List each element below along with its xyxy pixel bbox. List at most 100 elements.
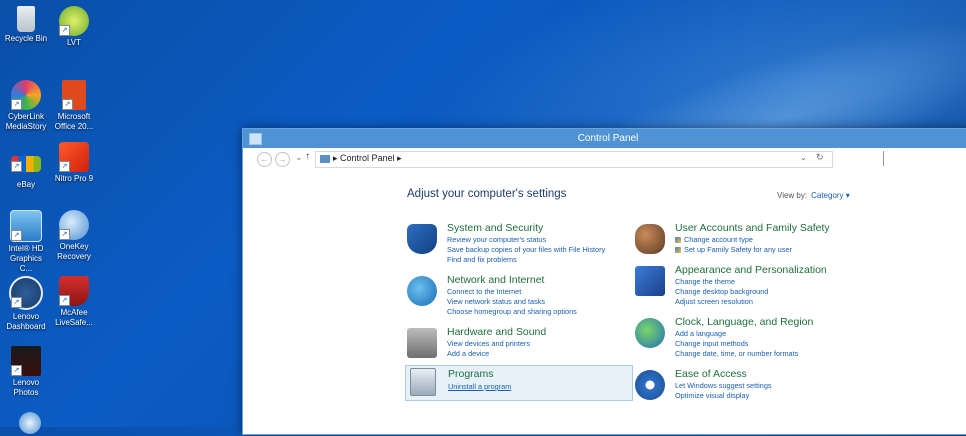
- back-arrow-icon: ←: [260, 155, 269, 164]
- link-network-status[interactable]: View network status and tasks: [447, 297, 577, 307]
- up-arrow-icon: ↑: [305, 151, 310, 162]
- system-security-icon: [407, 224, 437, 254]
- shortcut-arrow-icon: ↗: [11, 161, 22, 172]
- partial-icon: [19, 412, 41, 434]
- breadcrumb-control-panel[interactable]: Control Panel: [340, 153, 395, 163]
- onekey-recovery-icon: ↗: [59, 210, 89, 240]
- desktop-icon-mcafee[interactable]: ↗ McAfee LiveSafe...: [52, 276, 96, 328]
- desktop-icon-office[interactable]: ↗ Microsoft Office 20...: [52, 80, 96, 132]
- shortcut-arrow-icon: ↗: [11, 230, 22, 241]
- title-bar[interactable]: Control Panel: [243, 129, 966, 148]
- link-review-status[interactable]: Review your computer's status: [447, 235, 605, 245]
- view-by-dropdown[interactable]: Category ▾: [811, 191, 850, 200]
- chevron-down-icon: ⌄: [800, 153, 807, 162]
- chevron-down-icon: ⌄: [295, 152, 303, 162]
- view-by-label: View by:: [777, 191, 808, 200]
- shortcut-arrow-icon: ↗: [59, 161, 70, 172]
- address-bar: ← → ⌄ ↑ ▸ Control Panel ▸ ⌄ ↻: [243, 148, 966, 171]
- category-user-accounts: User Accounts and Family Safety Change a…: [635, 222, 863, 260]
- lenovo-photos-icon: ↗: [11, 346, 41, 376]
- category-clock-region: Clock, Language, and Region Add a langua…: [635, 316, 863, 362]
- recycle-bin-icon: [17, 6, 35, 32]
- link-date-time-formats[interactable]: Change date, time, or number formats: [675, 349, 798, 359]
- back-button[interactable]: ←: [257, 152, 272, 167]
- shortcut-arrow-icon: ↗: [59, 229, 70, 240]
- link-family-safety[interactable]: Set up Family Safety for any user: [675, 245, 792, 255]
- category-programs: Programs Uninstall a program: [405, 365, 633, 401]
- desktop-icon-ebay[interactable]: ↗ eBay: [4, 148, 48, 190]
- window-title: Control Panel: [577, 133, 639, 144]
- view-by: View by: Category ▾: [777, 191, 850, 200]
- appearance-icon: [635, 266, 665, 296]
- network-icon: [407, 276, 437, 306]
- category-appearance: Appearance and Personalization Change th…: [635, 264, 863, 310]
- category-title-link[interactable]: User Accounts and Family Safety: [675, 222, 830, 234]
- lvt-icon: ↗: [59, 6, 89, 36]
- forward-button[interactable]: →: [275, 152, 290, 167]
- refresh-button[interactable]: ↻: [816, 152, 824, 163]
- category-title-link[interactable]: Appearance and Personalization: [675, 264, 827, 276]
- link-change-theme[interactable]: Change the theme: [675, 277, 768, 287]
- desktop-icon-partial[interactable]: [8, 412, 52, 436]
- link-find-fix-problems[interactable]: Find and fix problems: [447, 255, 605, 265]
- desktop-icon-lenovo-dashboard[interactable]: ↗ Lenovo Dashboard: [4, 276, 48, 332]
- breadcrumb: ▸ Control Panel ▸: [320, 153, 402, 164]
- link-optimize-display[interactable]: Optimize visual display: [675, 391, 772, 401]
- desktop-icon-cyberlink[interactable]: ↗ CyberLink MediaStory: [4, 80, 48, 132]
- category-network-internet: Network and Internet Connect to the Inte…: [407, 274, 635, 320]
- refresh-icon: ↻: [816, 152, 824, 162]
- shortcut-arrow-icon: ↗: [59, 25, 70, 36]
- category-title-link[interactable]: Hardware and Sound: [447, 326, 546, 338]
- search-input[interactable]: [883, 151, 966, 166]
- address-field[interactable]: ▸ Control Panel ▸ ⌄ ↻: [315, 151, 833, 168]
- category-system-security: System and Security Review your computer…: [407, 222, 635, 268]
- category-title-link[interactable]: Network and Internet: [447, 274, 544, 286]
- link-file-history[interactable]: Save backup copies of your files with Fi…: [447, 245, 605, 255]
- desktop-icon-lvt[interactable]: ↗ LVT: [52, 6, 96, 48]
- link-screen-resolution[interactable]: Adjust screen resolution: [675, 297, 768, 307]
- link-homegroup[interactable]: Choose homegroup and sharing options: [447, 307, 577, 317]
- lenovo-dashboard-icon: ↗: [9, 276, 43, 310]
- category-hardware-sound: Hardware and Sound View devices and prin…: [407, 326, 635, 366]
- programs-icon: [410, 368, 436, 396]
- address-dropdown-button[interactable]: ⌄: [800, 153, 807, 162]
- user-accounts-icon: [635, 224, 665, 254]
- shortcut-arrow-icon: ↗: [59, 295, 70, 306]
- mcafee-icon: ↗: [59, 276, 89, 306]
- category-title-link[interactable]: Ease of Access: [675, 368, 747, 380]
- link-input-methods[interactable]: Change input methods: [675, 339, 798, 349]
- recent-locations-button[interactable]: ⌄: [295, 152, 303, 163]
- clock-region-icon: [635, 318, 665, 348]
- shortcut-arrow-icon: ↗: [11, 99, 22, 110]
- link-change-account-type[interactable]: Change account type: [675, 235, 792, 245]
- link-desktop-background[interactable]: Change desktop background: [675, 287, 768, 297]
- up-button[interactable]: ↑: [305, 151, 310, 162]
- desktop-icon-nitro[interactable]: ↗ Nitro Pro 9: [52, 142, 96, 184]
- desktop-icon-lenovo-photos[interactable]: ↗ Lenovo Photos: [4, 346, 48, 398]
- main-content: Adjust your computer's settings View by:…: [243, 170, 966, 434]
- ebay-icon: ↗: [11, 156, 41, 172]
- control-panel-icon: [249, 133, 262, 145]
- intel-graphics-icon: ↗: [10, 210, 42, 242]
- cyberlink-icon: ↗: [11, 80, 41, 110]
- forward-arrow-icon: →: [278, 155, 287, 164]
- desktop-icon-recycle-bin[interactable]: Recycle Bin: [4, 6, 48, 44]
- shortcut-arrow-icon: ↗: [11, 365, 22, 376]
- link-add-device[interactable]: Add a device: [447, 349, 530, 359]
- link-uninstall-program[interactable]: Uninstall a program: [448, 382, 511, 392]
- link-windows-suggest[interactable]: Let Windows suggest settings: [675, 381, 772, 391]
- control-panel-icon: [320, 154, 330, 163]
- desktop-icon-intel-graphics[interactable]: ↗ Intel® HD Graphics C...: [4, 210, 48, 274]
- nitro-icon: ↗: [59, 142, 89, 172]
- link-devices-printers[interactable]: View devices and printers: [447, 339, 530, 349]
- category-title-link[interactable]: Programs: [448, 368, 494, 380]
- control-panel-window[interactable]: Control Panel ← → ⌄ ↑ ▸ Control Panel ▸ …: [242, 128, 966, 435]
- link-connect-internet[interactable]: Connect to the Internet: [447, 287, 577, 297]
- shortcut-arrow-icon: ↗: [62, 99, 73, 110]
- hardware-sound-icon: [407, 328, 437, 358]
- category-title-link[interactable]: System and Security: [447, 222, 543, 234]
- desktop-icon-onekey-recovery[interactable]: ↗ OneKey Recovery: [52, 210, 96, 262]
- category-ease-of-access: Ease of Access Let Windows suggest setti…: [635, 368, 863, 408]
- link-add-language[interactable]: Add a language: [675, 329, 798, 339]
- category-title-link[interactable]: Clock, Language, and Region: [675, 316, 813, 328]
